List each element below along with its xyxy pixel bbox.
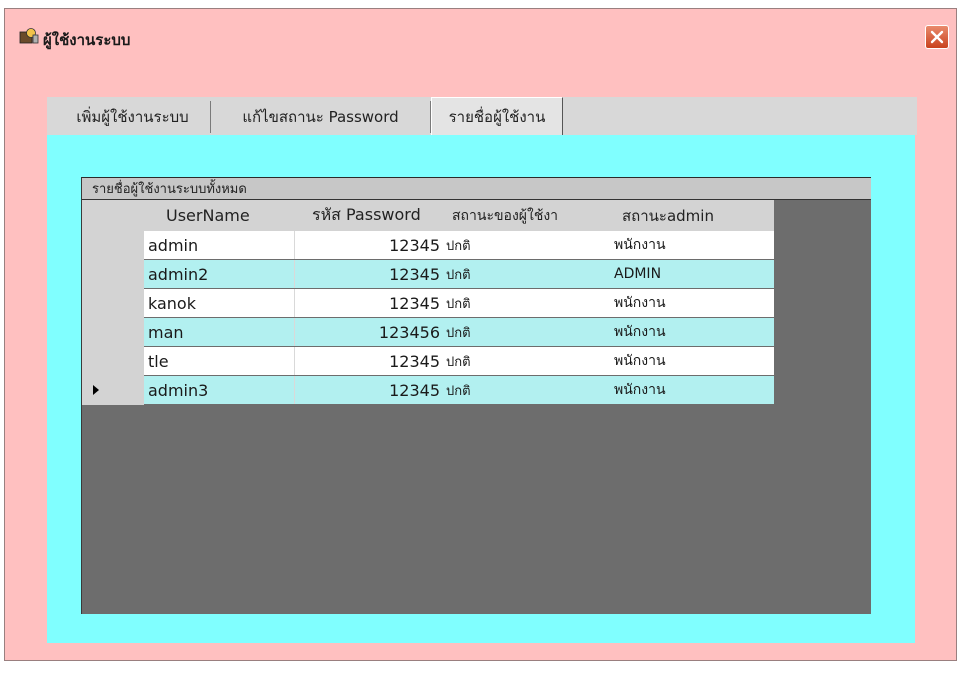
- user-datagrid[interactable]: รายชื่อผู้ใช้งานระบบทั้งหมด UserName รหั…: [81, 177, 871, 614]
- row-selector[interactable]: [82, 318, 144, 347]
- tab-edit-password[interactable]: แก้ไขสถานะ Password: [211, 101, 431, 133]
- cell-admin[interactable]: พนักงาน: [614, 347, 772, 375]
- close-icon: [930, 30, 944, 44]
- row-selector[interactable]: [82, 231, 144, 260]
- cell-username[interactable]: admin2: [148, 260, 294, 288]
- cell-username[interactable]: admin: [148, 231, 294, 259]
- cell-status[interactable]: ปกติ: [446, 260, 610, 288]
- cell-status[interactable]: ปกติ: [446, 376, 610, 404]
- tab-add-user[interactable]: เพิ่มผู้ใช้งานระบบ: [55, 101, 211, 133]
- cell-password[interactable]: 12345: [294, 347, 444, 375]
- cell-password[interactable]: 12345: [294, 231, 444, 259]
- column-header-admin[interactable]: สถานะadmin: [622, 200, 714, 231]
- grid-header: UserName รหัส Password สถานะของผู้ใช้งา …: [82, 200, 774, 231]
- table-row[interactable]: admin2 12345 ปกติ ADMIN: [144, 260, 774, 288]
- row-selector[interactable]: [82, 260, 144, 289]
- table-row[interactable]: admin3 12345 ปกติ พนักงาน: [144, 376, 774, 404]
- tab-strip: เพิ่มผู้ใช้งานระบบ แก้ไขสถานะ Password ร…: [47, 97, 917, 135]
- cell-password[interactable]: 12345: [294, 260, 444, 288]
- cell-admin[interactable]: พนักงาน: [614, 318, 772, 346]
- cell-status[interactable]: ปกติ: [446, 289, 610, 317]
- cell-admin[interactable]: พนักงาน: [614, 289, 772, 317]
- current-row-arrow-icon: [93, 385, 99, 395]
- cell-status[interactable]: ปกติ: [446, 318, 610, 346]
- cell-username[interactable]: tle: [148, 347, 294, 375]
- grid-caption: รายชื่อผู้ใช้งานระบบทั้งหมด: [82, 178, 871, 200]
- app-icon: [19, 27, 39, 45]
- column-header-password[interactable]: รหัส Password: [312, 200, 421, 231]
- cell-admin[interactable]: ADMIN: [614, 260, 772, 288]
- user-admin-window: ผู้ใช้งานระบบ เพิ่มผู้ใช้งานระบบ แก้ไขสถ…: [4, 8, 957, 661]
- table-row[interactable]: admin 12345 ปกติ พนักงาน: [144, 231, 774, 259]
- cell-admin[interactable]: พนักงาน: [614, 231, 772, 259]
- cell-password[interactable]: 123456: [294, 318, 444, 346]
- cell-status[interactable]: ปกติ: [446, 231, 610, 259]
- cell-username[interactable]: admin3: [148, 376, 294, 404]
- column-header-status[interactable]: สถานะของผู้ใช้งา: [452, 200, 558, 231]
- cell-password[interactable]: 12345: [294, 289, 444, 317]
- table-row[interactable]: tle 12345 ปกติ พนักงาน: [144, 347, 774, 375]
- title-bar: ผู้ใช้งานระบบ: [5, 9, 956, 69]
- tab-edit-password-label: แก้ไขสถานะ Password: [242, 108, 399, 126]
- row-selector[interactable]: [82, 376, 144, 405]
- tab-add-user-label: เพิ่มผู้ใช้งานระบบ: [76, 108, 189, 126]
- tab-user-list-label: รายชื่อผู้ใช้งาน: [448, 107, 546, 126]
- row-selector[interactable]: [82, 289, 144, 318]
- cell-admin[interactable]: พนักงาน: [614, 376, 772, 404]
- cell-status[interactable]: ปกติ: [446, 347, 610, 375]
- tab-user-list[interactable]: รายชื่อผู้ใช้งาน: [431, 97, 563, 135]
- row-selector[interactable]: [82, 347, 144, 376]
- table-row[interactable]: kanok 12345 ปกติ พนักงาน: [144, 289, 774, 317]
- column-header-username[interactable]: UserName: [166, 200, 250, 231]
- cell-username[interactable]: kanok: [148, 289, 294, 317]
- cell-username[interactable]: man: [148, 318, 294, 346]
- cell-password[interactable]: 12345: [294, 376, 444, 404]
- table-row[interactable]: man 123456 ปกติ พนักงาน: [144, 318, 774, 346]
- window-title: ผู้ใช้งานระบบ: [43, 31, 131, 49]
- close-button[interactable]: [925, 25, 949, 49]
